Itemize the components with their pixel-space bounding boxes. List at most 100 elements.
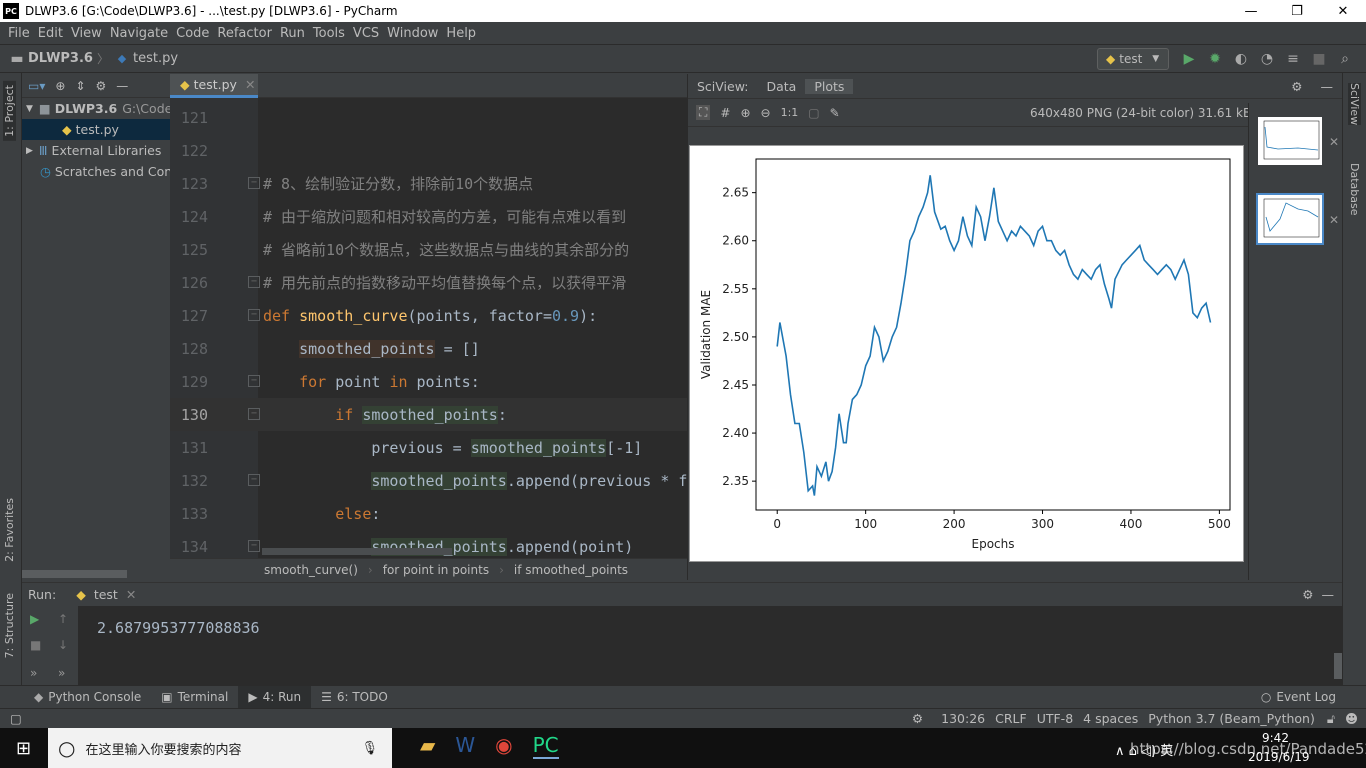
collapse-icon[interactable]: ⇕ — [75, 79, 85, 93]
hide-icon[interactable]: — — [116, 79, 128, 93]
close-tab-icon[interactable]: ✕ — [126, 587, 136, 602]
background-icon[interactable]: ▢ — [808, 106, 819, 120]
hide-icon[interactable]: — — [1322, 587, 1335, 602]
inspector-icon[interactable]: ☻ — [1345, 711, 1358, 726]
fold-icon[interactable]: − — [248, 375, 260, 387]
tab-run[interactable]: ▶ 4: Run — [238, 685, 312, 709]
windows-start-icon[interactable]: ⊞ — [16, 738, 31, 759]
rerun-icon[interactable]: ▶ — [30, 612, 39, 626]
code-line[interactable]: 121 — [170, 101, 687, 134]
tab-data[interactable]: Data — [757, 79, 805, 94]
fold-icon[interactable]: − — [248, 540, 260, 552]
file-encoding[interactable]: UTF-8 — [1037, 711, 1073, 726]
tool-tab-favorites[interactable]: 2: Favorites — [3, 498, 16, 562]
stop-icon[interactable]: ■ — [30, 638, 41, 652]
actual-size-button[interactable]: 1:1 — [781, 106, 799, 119]
tab-test-py[interactable]: ◆ test.py ✕ — [170, 74, 258, 98]
plot-thumbnail-1[interactable] — [1258, 117, 1322, 165]
inspection-icon[interactable]: ⚙ — [912, 711, 923, 726]
menu-edit[interactable]: Edit — [34, 26, 67, 41]
down-icon[interactable]: ↓ — [58, 638, 68, 652]
run-tab-test[interactable]: test — [94, 587, 118, 602]
menu-code[interactable]: Code — [172, 26, 213, 41]
clock-time[interactable]: 9:42 — [1262, 731, 1289, 745]
more-icon[interactable]: » — [58, 666, 65, 680]
breadcrumb-project[interactable]: DLWP3.6 — [28, 51, 93, 66]
fold-icon[interactable]: − — [248, 177, 260, 189]
menu-run[interactable]: Run — [276, 26, 309, 41]
close-button[interactable]: ✕ — [1320, 0, 1366, 22]
tool-tab-database[interactable]: Database — [1348, 163, 1361, 216]
debug-icon[interactable]: ✹ — [1206, 50, 1224, 68]
minimize-button[interactable]: — — [1228, 0, 1274, 22]
fold-icon[interactable]: − — [248, 474, 260, 486]
indent-setting[interactable]: 4 spaces — [1083, 711, 1138, 726]
tab-todo[interactable]: ☰ 6: TODO — [311, 686, 398, 709]
crumb-function[interactable]: smooth_curve() — [264, 563, 358, 577]
view-select-icon[interactable]: ▭▾ — [28, 79, 45, 93]
code-line[interactable]: 124 # 由于缩放问题和相对较高的方差，可能有点难以看到 — [170, 200, 687, 233]
zoom-out-icon[interactable]: ⊖ — [761, 106, 771, 120]
chrome-icon[interactable]: ◉ — [495, 733, 512, 759]
crumb-if[interactable]: if smoothed_points — [514, 563, 628, 577]
caret-position[interactable]: 130:26 — [941, 711, 985, 726]
code-line[interactable]: 129 − for point in points: — [170, 365, 687, 398]
breadcrumb-file[interactable]: test.py — [133, 51, 178, 66]
search-everywhere-icon[interactable]: ⌕ — [1336, 50, 1354, 68]
word-icon[interactable]: W — [455, 733, 475, 759]
menu-navigate[interactable]: Navigate — [106, 26, 172, 41]
horizontal-scrollbar[interactable] — [262, 548, 452, 555]
grid-icon[interactable]: # — [720, 106, 730, 120]
tab-terminal[interactable]: ▣ Terminal — [151, 686, 238, 709]
code-line[interactable]: 131 previous = smoothed_points[-1] — [170, 431, 687, 464]
tab-plots[interactable]: Plots — [805, 78, 854, 94]
gear-icon[interactable]: ⚙ — [1302, 587, 1313, 602]
stop-icon[interactable]: ■ — [1310, 50, 1328, 68]
fit-icon[interactable]: ⛶ — [696, 105, 711, 120]
locate-icon[interactable]: ⊕ — [55, 79, 65, 93]
tree-item-test-py[interactable]: ◆ test.py — [22, 119, 170, 140]
tool-tab-sciview[interactable]: SciView — [1348, 83, 1361, 126]
profile-icon[interactable]: ◔ — [1258, 50, 1276, 68]
fold-icon[interactable]: − — [248, 408, 260, 420]
plot-thumbnail-2[interactable] — [1256, 193, 1324, 245]
menu-file[interactable]: File — [4, 26, 34, 41]
code-line[interactable]: 133 else: — [170, 497, 687, 530]
gear-icon[interactable]: ⚙ — [96, 79, 107, 93]
clock-date[interactable]: 2019/6/19 — [1248, 750, 1310, 764]
coverage-icon[interactable]: ◐ — [1232, 50, 1250, 68]
vertical-scrollbar[interactable] — [1334, 653, 1342, 679]
event-log-button[interactable]: ○ Event Log — [1251, 686, 1346, 709]
code-line[interactable]: 128 smoothed_points = [] — [170, 332, 687, 365]
taskbar-search[interactable]: ○ 在这里输入你要搜索的内容 🎙︎ — [48, 728, 392, 768]
code-line[interactable]: 127 − def smooth_curve(points, factor=0.9)… — [170, 299, 687, 332]
code-line[interactable]: 126 − # 用先前点的指数移动平均值替换每个点，以获得平滑 — [170, 266, 687, 299]
tree-item-external-libraries[interactable]: ▶ Ⅲ External Libraries — [22, 140, 170, 161]
run-configuration-select[interactable]: ◆ test ▼ — [1097, 48, 1169, 70]
python-interpreter[interactable]: Python 3.7 (Beam_Python) — [1148, 711, 1315, 726]
fold-icon[interactable]: − — [248, 309, 260, 321]
tab-python-console[interactable]: ◆ Python Console — [24, 686, 151, 709]
close-thumbnail-icon[interactable]: ✕ — [1329, 135, 1339, 149]
menu-help[interactable]: Help — [442, 26, 480, 41]
menu-refactor[interactable]: Refactor — [213, 26, 276, 41]
crumb-for[interactable]: for point in points — [383, 563, 489, 577]
code-line[interactable]: 123 − # 8、绘制验证分数，排除前10个数据点 — [170, 167, 687, 200]
gear-icon[interactable]: ⚙ — [1282, 79, 1311, 94]
color-picker-icon[interactable]: ✎ — [830, 106, 840, 120]
tool-tab-structure[interactable]: 7: Structure — [3, 593, 16, 658]
pycharm-taskbar-icon[interactable]: PC — [532, 733, 559, 759]
tree-item-project-root[interactable]: ▼ ■ DLWP3.6 G:\Code — [22, 98, 170, 119]
menu-vcs[interactable]: VCS — [349, 26, 383, 41]
file-explorer-icon[interactable]: ▰ — [420, 733, 435, 759]
tool-tab-project[interactable]: 1: Project — [3, 81, 16, 141]
menu-window[interactable]: Window — [383, 26, 442, 41]
line-separator[interactable]: CRLF — [995, 711, 1027, 726]
toggle-panels-icon[interactable]: ▢ — [10, 711, 22, 726]
close-tab-icon[interactable]: ✕ — [245, 77, 255, 92]
more-icon[interactable]: » — [30, 666, 37, 680]
zoom-in-icon[interactable]: ⊕ — [740, 106, 750, 120]
code-line[interactable]: 130 − if smoothed_points: — [170, 398, 687, 431]
concurrency-icon[interactable]: ≡ — [1284, 50, 1302, 68]
maximize-button[interactable]: ❐ — [1274, 0, 1320, 22]
